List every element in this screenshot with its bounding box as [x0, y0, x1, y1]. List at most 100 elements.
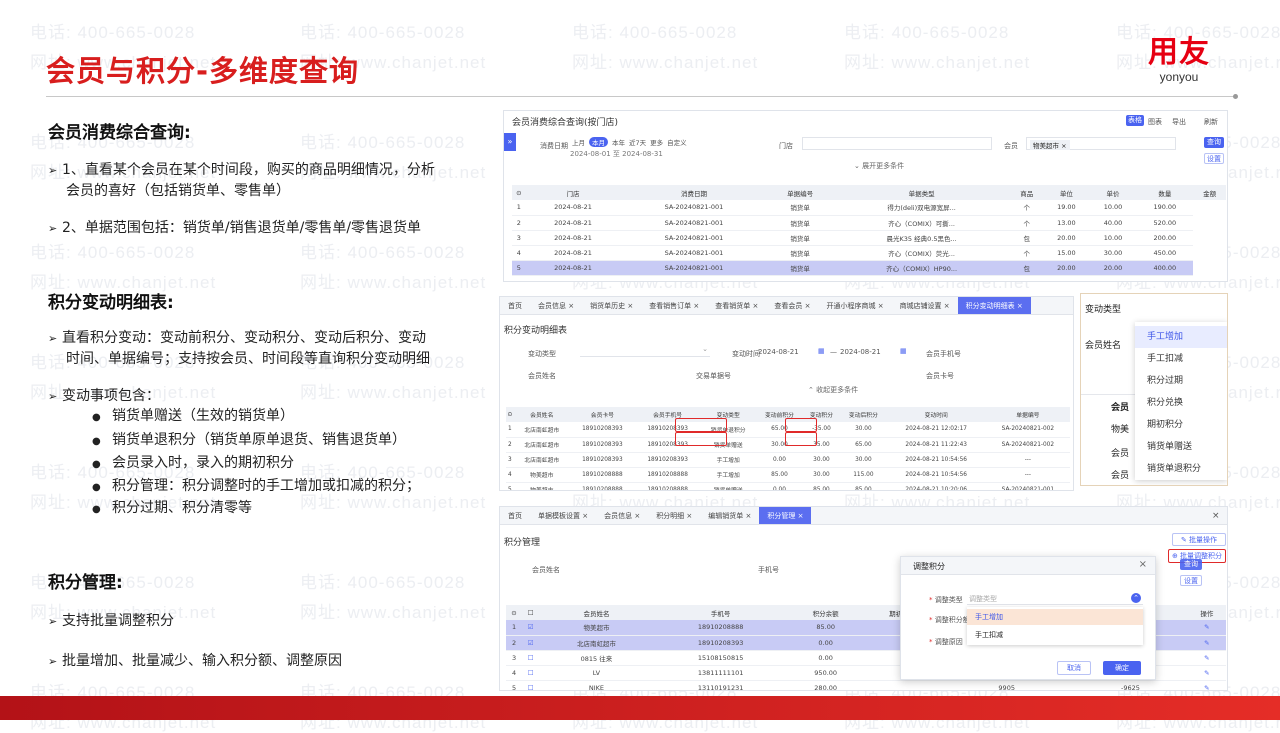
- date-chip[interactable]: 更多: [650, 137, 663, 147]
- tab[interactable]: 查看销售订单 ×: [641, 297, 707, 314]
- member-tag[interactable]: 物美超市 ×: [1030, 140, 1070, 150]
- query-button[interactable]: 查询: [1180, 559, 1202, 570]
- date-chip[interactable]: 上月: [572, 137, 585, 147]
- member-select[interactable]: 物美超市 ×: [1026, 137, 1176, 150]
- calendar-icon[interactable]: ▦: [818, 347, 825, 355]
- batch-operation-button[interactable]: ✎ 批量操作: [1172, 533, 1226, 546]
- tab[interactable]: 首页: [500, 297, 530, 314]
- expand-more-link[interactable]: ⌄ 展开更多条件: [854, 161, 904, 171]
- arrow-bullet-icon: ➢: [48, 222, 58, 235]
- table-row[interactable]: 5 2024-08-21 SA-20240821-001 销货单 齐心（COMIX）HP…: [512, 260, 1226, 276]
- ok-button[interactable]: 确定: [1103, 661, 1141, 675]
- column-header[interactable]: 会员姓名: [513, 407, 570, 422]
- tab[interactable]: 查看会员 ×: [766, 297, 818, 314]
- column-header[interactable]: 单据编号: [767, 185, 833, 200]
- edit-icon[interactable]: ✎: [1187, 635, 1226, 651]
- change-type-option[interactable]: 积分兑换: [1135, 392, 1227, 414]
- column-header[interactable]: 消费日期: [620, 185, 768, 200]
- tab[interactable]: 编辑销货单 ×: [700, 507, 759, 524]
- option-manual-add[interactable]: 手工增加: [967, 609, 1143, 625]
- column-header[interactable]: 门店: [525, 185, 621, 200]
- column-header[interactable]: 手机号: [653, 605, 788, 620]
- table-view-button[interactable]: 表格: [1126, 115, 1144, 126]
- row-checkbox[interactable]: ☑: [522, 620, 540, 636]
- table-cell: 北店南虹超市: [513, 437, 570, 453]
- calendar-icon[interactable]: ▦: [900, 347, 907, 355]
- change-type-option[interactable]: 销货单赠送: [1135, 436, 1227, 458]
- refresh-button[interactable]: 刷新: [1204, 117, 1218, 127]
- column-header[interactable]: 单据编号: [985, 407, 1070, 422]
- edit-icon[interactable]: ✎: [1187, 650, 1226, 666]
- column-header[interactable]: 积分余额: [787, 605, 864, 620]
- table-row[interactable]: 1 2024-08-21 SA-20240821-001 销货单 得力(deli)双电源…: [512, 200, 1226, 216]
- tab[interactable]: 商城店铺设置 ×: [892, 297, 958, 314]
- tab[interactable]: 会员信息 ×: [596, 507, 648, 524]
- adjust-type-select[interactable]: 调整类型 ⌃: [967, 591, 1143, 605]
- date-chip[interactable]: 近7天: [629, 137, 646, 147]
- query-button[interactable]: 查询: [1204, 137, 1224, 148]
- expand-left-icon[interactable]: »: [504, 133, 516, 151]
- date-chip[interactable]: 本年: [612, 137, 625, 147]
- row-checkbox[interactable]: ☐: [522, 680, 540, 690]
- collapse-link[interactable]: ⌃ 收起更多条件: [808, 385, 858, 395]
- store-select[interactable]: [802, 137, 992, 150]
- column-header[interactable]: 会员姓名: [539, 605, 654, 620]
- column-header[interactable]: 金额: [1193, 185, 1226, 200]
- option-manual-deduct[interactable]: 手工扣减: [967, 627, 1143, 643]
- column-header[interactable]: 变动时间: [886, 407, 986, 422]
- change-type-option[interactable]: 销货单退积分: [1135, 458, 1227, 480]
- chart-view-button[interactable]: 图表: [1148, 117, 1162, 127]
- tab[interactable]: 开通小程序商城 ×: [818, 297, 891, 314]
- watermark-phone: 电话: 400-665-0028: [30, 243, 196, 262]
- row-checkbox[interactable]: ☐: [522, 650, 540, 666]
- time-from[interactable]: 2024-08-21: [758, 348, 799, 356]
- cancel-button[interactable]: 取消: [1057, 661, 1091, 675]
- table-row[interactable]: 4 2024-08-21 SA-20240821-001 销货单 齐心（COMIX）荧光…: [512, 245, 1226, 261]
- chevron-up-icon[interactable]: ⌃: [1131, 593, 1141, 603]
- table-row[interactable]: 2 2024-08-21 SA-20240821-001 销货单 齐心（COMIX）可撕…: [512, 215, 1226, 231]
- settings-button[interactable]: 设置: [1204, 153, 1224, 164]
- s3-item2: ➢ 批量增加、批量减少、输入积分额、调整原因: [48, 651, 342, 672]
- table-cell: 15108150815: [653, 650, 788, 666]
- tab[interactable]: 积分明细 ×: [648, 507, 700, 524]
- column-header[interactable]: 单位: [1043, 185, 1090, 200]
- date-chip[interactable]: 自定义: [667, 137, 687, 147]
- column-header[interactable]: 商品: [1010, 185, 1044, 200]
- column-header[interactable]: 单价: [1089, 185, 1137, 200]
- edit-icon[interactable]: ✎: [1187, 620, 1226, 636]
- edit-icon[interactable]: ✎: [1187, 665, 1226, 681]
- row-checkbox[interactable]: ☑: [522, 635, 540, 651]
- column-header[interactable]: 会员卡号: [569, 407, 635, 422]
- s2-sub-item: ● 销货单退积分（销货单原单退货、销售退货单）: [92, 430, 406, 452]
- change-type-select[interactable]: ⌄: [580, 345, 710, 357]
- close-icon[interactable]: ×: [1139, 559, 1147, 570]
- table-row[interactable]: 3 北店南虹超市 18910208393 18910208393 手工增加 0.00 30.…: [506, 452, 1070, 468]
- change-type-option[interactable]: 手工扣减: [1135, 348, 1227, 370]
- tab[interactable]: 查看销货单 ×: [707, 297, 766, 314]
- table-row[interactable]: 4 物美超市 18910208888 18910208888 手工增加 85.00 30.0…: [506, 467, 1070, 483]
- table-row[interactable]: 5 物美超市 18910208888 18910208888 销货单赠送 0.00 85.0…: [506, 482, 1070, 490]
- table-row[interactable]: 3 2024-08-21 SA-20240821-001 销货单 晨光K35 经典0.5…: [512, 230, 1226, 246]
- date-chip[interactable]: 本月: [589, 137, 608, 147]
- change-type-option[interactable]: 期初积分: [1135, 414, 1227, 436]
- column-header[interactable]: 数量: [1136, 185, 1194, 200]
- row-checkbox[interactable]: ☐: [522, 665, 540, 681]
- table-cell: 物美超市: [513, 467, 570, 483]
- column-header[interactable]: 变动后积分: [840, 407, 887, 422]
- close-icon[interactable]: ×: [1212, 511, 1220, 521]
- settings-button[interactable]: 设置: [1180, 575, 1202, 586]
- change-type-option[interactable]: 积分过期: [1135, 370, 1227, 392]
- column-header[interactable]: 单据类型: [832, 185, 1011, 200]
- tab[interactable]: 首页: [500, 507, 530, 524]
- change-type-option[interactable]: 手工增加: [1135, 326, 1227, 348]
- title-divider: [46, 96, 1236, 97]
- tab[interactable]: 会员信息 ×: [530, 297, 582, 314]
- tab[interactable]: 单据模板设置 ×: [530, 507, 596, 524]
- tab[interactable]: 积分管理 ×: [759, 507, 812, 524]
- tab[interactable]: 销货单历史 ×: [582, 297, 641, 314]
- export-button[interactable]: 导出: [1172, 117, 1186, 127]
- time-to[interactable]: 2024-08-21: [840, 348, 881, 356]
- tab[interactable]: 积分变动明细表 ×: [957, 297, 1031, 314]
- edit-icon[interactable]: ✎: [1187, 680, 1226, 690]
- table-row[interactable]: 5 ☐ NIKE 13110191231 280.00 9905 -9625 ✎: [506, 680, 1226, 690]
